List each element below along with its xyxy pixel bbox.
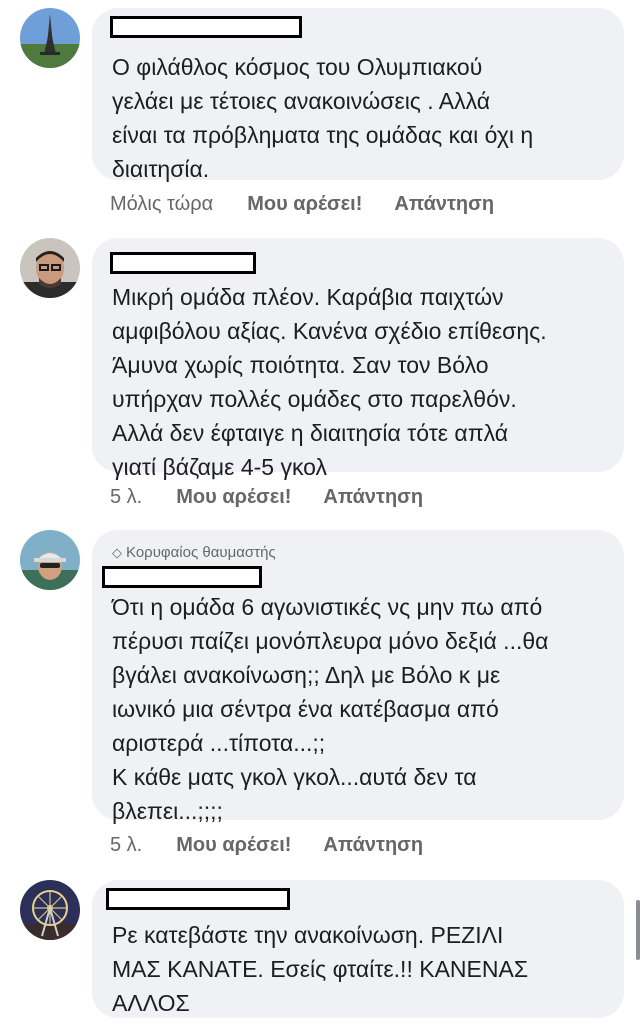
top-fan-badge: ◇ Κορυφαίος θαυμαστής — [112, 544, 276, 561]
timestamp[interactable]: 5 λ. — [110, 834, 142, 857]
timestamp[interactable]: Μόλις τώρα — [110, 193, 213, 216]
redacted-author-name[interactable] — [106, 888, 290, 910]
comment-actions: Μόλις τώρα Μου αρέσει! Απάντηση — [110, 193, 494, 216]
redacted-author-name[interactable] — [110, 16, 302, 38]
reply-button[interactable]: Απάντηση — [323, 486, 423, 509]
comment-text: Ρε κατεβάστε την ανακοίνωση. ΡΕΖΙΛΙ ΜΑΣ … — [112, 922, 529, 1016]
reply-button[interactable]: Απάντηση — [323, 834, 423, 857]
scrollbar[interactable] — [636, 900, 640, 960]
comment-text: Μικρή ομάδα πλέον. Καράβια παιχτών αμφιβ… — [112, 284, 547, 480]
timestamp[interactable]: 5 λ. — [110, 486, 142, 509]
man-in-cap-avatar-icon — [20, 530, 80, 590]
like-button[interactable]: Μου αρέσει! — [176, 834, 291, 857]
comment-bubble: ◇ Κορυφαίος θαυμαστής Ότι η ομάδα 6 αγωνι… — [92, 530, 624, 824]
avatar[interactable] — [20, 238, 80, 298]
ferris-wheel-avatar-icon — [20, 880, 80, 940]
diamond-icon: ◇ — [112, 545, 122, 560]
eiffel-tower-avatar-icon — [20, 8, 80, 68]
badge-label: Κορυφαίος θαυμαστής — [126, 544, 276, 561]
comment-actions: 5 λ. Μου αρέσει! Απάντηση — [110, 834, 423, 857]
avatar[interactable] — [20, 880, 80, 940]
redacted-author-name[interactable] — [110, 252, 256, 274]
avatar[interactable] — [20, 8, 80, 68]
comment-text: Ότι η ομάδα 6 αγωνιστικές νς μην πω από … — [112, 594, 549, 824]
redacted-author-name[interactable] — [102, 566, 262, 588]
like-button[interactable]: Μου αρέσει! — [247, 193, 362, 216]
man-with-glasses-avatar-icon — [20, 238, 80, 298]
comment-bubble: Ο φιλάθλος κόσμος του Ολυμπιακού γελάει … — [92, 8, 624, 182]
comment-actions: 5 λ. Μου αρέσει! Απάντηση — [110, 486, 423, 509]
comment-text: Ο φιλάθλος κόσμος του Ολυμπιακού γελάει … — [112, 54, 534, 182]
reply-button[interactable]: Απάντηση — [394, 193, 494, 216]
comment-bubble: Μικρή ομάδα πλέον. Καράβια παιχτών αμφιβ… — [92, 238, 624, 480]
like-button[interactable]: Μου αρέσει! — [176, 486, 291, 509]
comment-bubble: Ρε κατεβάστε την ανακοίνωση. ΡΕΖΙΛΙ ΜΑΣ … — [92, 880, 624, 1018]
avatar[interactable] — [20, 530, 80, 590]
